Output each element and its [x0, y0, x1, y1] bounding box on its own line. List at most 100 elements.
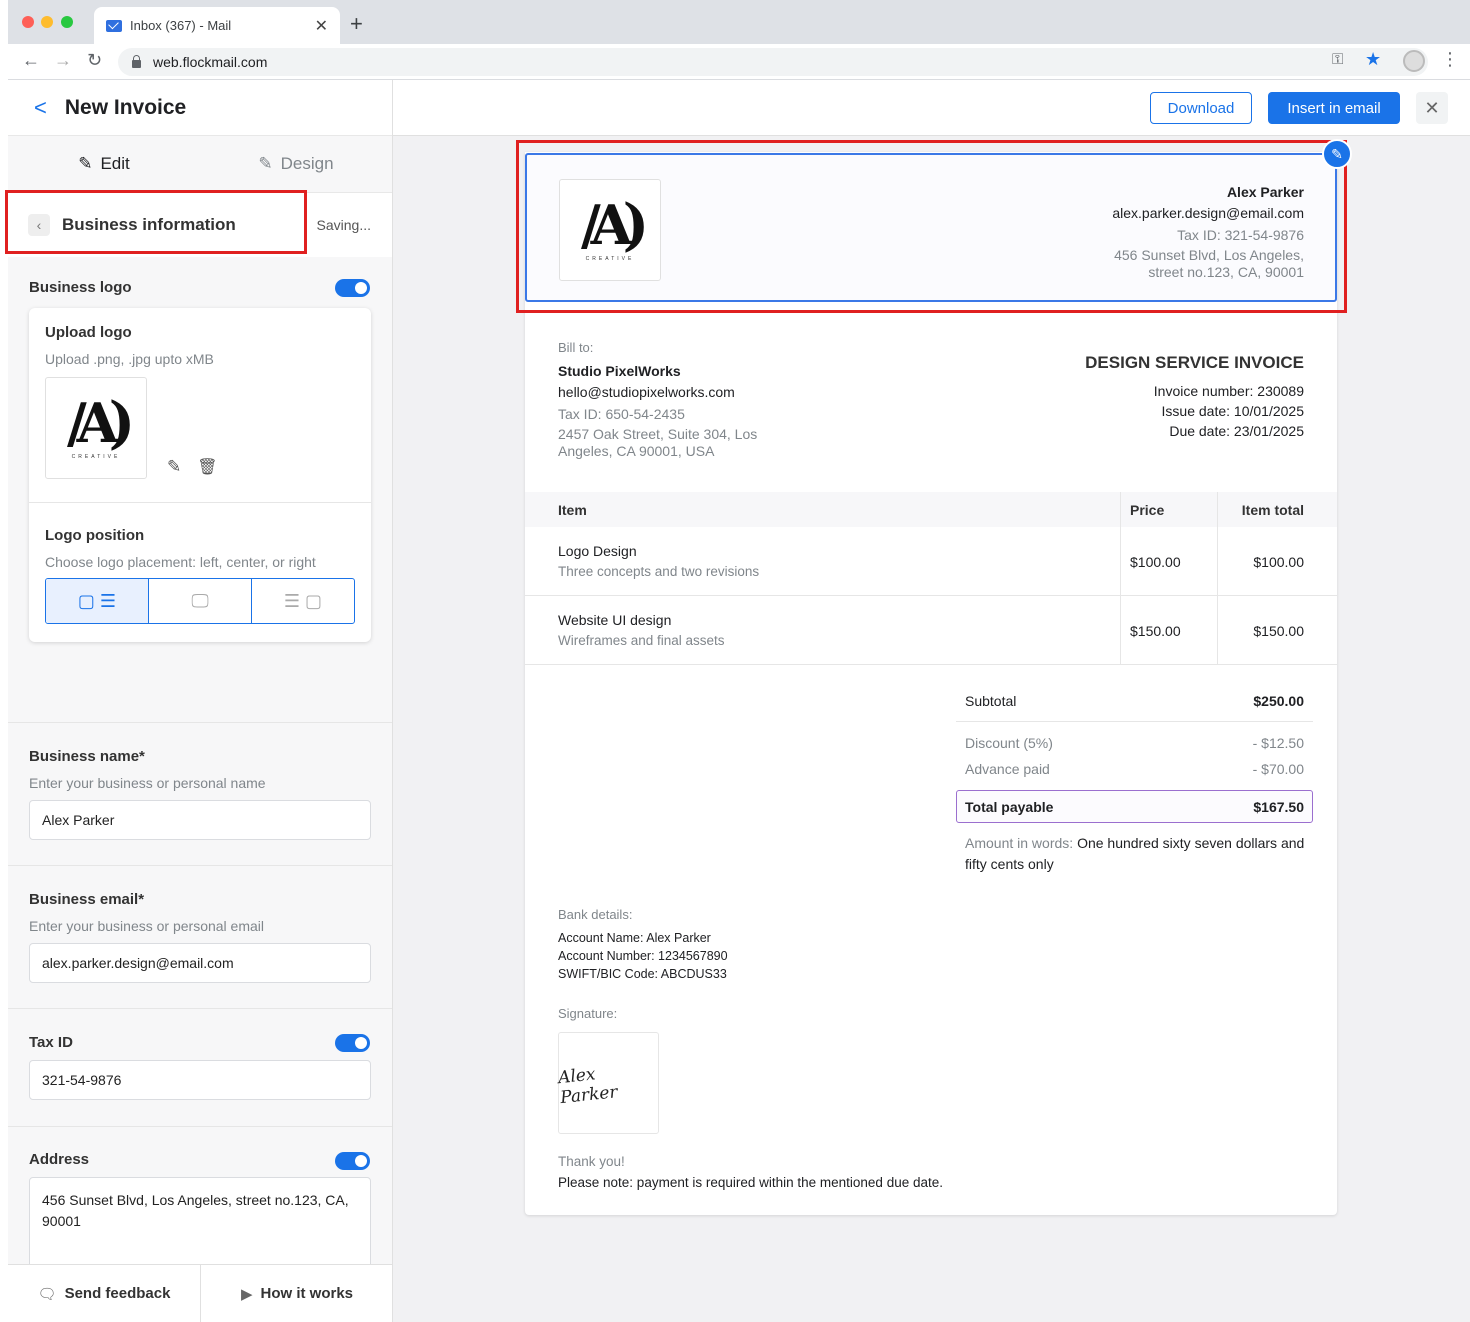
preview-header: Download Insert in email ✕ [393, 80, 1470, 136]
back-chevron-icon[interactable]: < [34, 95, 47, 121]
item-price: $150.00 [1130, 623, 1181, 639]
upload-logo-hint: Upload .png, .jpg upto xMB [45, 351, 214, 367]
items-table-header: Item Price Item total [525, 492, 1337, 527]
insert-in-email-button[interactable]: Insert in email [1268, 92, 1400, 124]
address-label: Address [29, 1151, 90, 1168]
subtotal-row: Subtotal $250.00 [956, 688, 1313, 722]
send-feedback-label: Send feedback [64, 1285, 171, 1302]
key-icon[interactable]: ⚿ [1332, 51, 1343, 68]
mail-icon [106, 19, 122, 32]
menu-dots-icon[interactable]: ⋮ [1441, 49, 1459, 70]
bank-details: Bank details: Account Name: Alex Parker … [558, 906, 728, 983]
url-bar[interactable]: web.flockmail.com [118, 48, 1428, 76]
delete-logo-icon[interactable]: 🗑 [197, 457, 217, 477]
profile-avatar[interactable] [1403, 50, 1425, 72]
bank-account-number: Account Number: 1234567890 [558, 949, 728, 963]
forward-arrow-icon[interactable]: → [54, 50, 72, 71]
how-it-works-label: How it works [260, 1285, 354, 1302]
feedback-icon: 🗨 [37, 1285, 57, 1303]
highlight-box [516, 140, 1347, 313]
business-email-input[interactable]: alex.parker.design@email.com [29, 943, 371, 983]
advance-value: - $70.00 [1252, 761, 1304, 777]
words-label: Amount in words: [965, 835, 1074, 851]
send-feedback-button[interactable]: 🗨 Send feedback [8, 1265, 201, 1322]
logo-wordmark: CREATIVE [71, 454, 121, 460]
table-row: Logo Design Three concepts and two revis… [525, 527, 1337, 596]
bill-to-block: Bill to: Studio PixelWorks hello@studiop… [558, 337, 757, 460]
total-payable-value: $167.50 [1253, 799, 1304, 815]
business-logo-toggle[interactable] [335, 279, 370, 297]
edit-logo-icon[interactable]: ✎ [167, 457, 181, 477]
invoice-number: Invoice number: 230089 [1153, 383, 1304, 399]
tax-id-group: Tax ID 321-54-9876 [8, 1009, 392, 1127]
panel-title: New Invoice [64, 95, 187, 119]
business-name-group: Business name* Enter your business or pe… [8, 723, 392, 866]
issue-date: Issue date: 10/01/2025 [1161, 403, 1304, 419]
tab-design[interactable]: ✎ Design [200, 136, 392, 192]
browser-tabstrip: Inbox (367) - Mail ✕ + [8, 0, 1470, 44]
bank-label: Bank details: [558, 907, 633, 922]
logo-left-option[interactable]: ▢ ☰ [46, 579, 149, 623]
back-arrow-icon[interactable]: ← [22, 50, 40, 71]
new-tab-icon[interactable]: + [350, 11, 363, 37]
client-tax: Tax ID: 650-54-2435 [558, 406, 685, 422]
logo-thumbnail[interactable]: /A) CREATIVE [45, 377, 147, 479]
tax-id-label: Tax ID [29, 1034, 73, 1051]
business-logo-label: Business logo [29, 279, 132, 296]
bank-account-name: Account Name: Alex Parker [558, 931, 711, 945]
item-name: Website UI design [558, 612, 672, 628]
amount-in-words: Amount in words: One hundred sixty seven… [965, 833, 1310, 875]
logo-right-option[interactable]: ☰ ▢ [252, 579, 354, 623]
maximize-window-button[interactable] [61, 16, 73, 28]
url-text: web.flockmail.com [153, 54, 268, 70]
logo-center-option[interactable]: 🖵 [149, 579, 252, 623]
words-line-1: One hundred sixty seven dollars and [1077, 835, 1305, 851]
client-email: hello@studiopixelworks.com [558, 384, 735, 400]
tax-id-input[interactable]: 321-54-9876 [29, 1060, 371, 1100]
editor-tabs: ✎ Edit ✎ Design [8, 136, 392, 193]
logo-position-title: Logo position [45, 527, 145, 544]
logo-position-selector: ▢ ☰ 🖵 ☰ ▢ [45, 578, 355, 624]
business-email-hint: Enter your business or personal email [29, 918, 265, 934]
close-icon[interactable]: ✕ [1416, 92, 1448, 124]
logo-image: /A) [66, 390, 135, 456]
logo-position-hint: Choose logo placement: left, center, or … [45, 554, 316, 570]
item-desc: Wireframes and final assets [558, 633, 725, 648]
close-window-button[interactable] [22, 16, 34, 28]
col-item-total: Item total [1241, 502, 1304, 518]
pencil-icon: ✎ [258, 154, 273, 173]
browser-tab[interactable]: Inbox (367) - Mail ✕ [94, 7, 340, 44]
business-name-input[interactable]: Alex Parker [29, 800, 371, 840]
invoice-title: DESIGN SERVICE INVOICE [1085, 353, 1304, 372]
address-toggle[interactable] [335, 1152, 370, 1170]
close-tab-icon[interactable]: ✕ [315, 16, 328, 36]
signature-text: Alex Parker [557, 1064, 619, 1109]
subtotal-label: Subtotal [965, 693, 1017, 709]
panel-footer: 🗨 Send feedback ▶ How it works [8, 1264, 392, 1322]
tax-id-toggle[interactable] [335, 1034, 370, 1052]
minimize-window-button[interactable] [41, 16, 53, 28]
payment-note: Please note: payment is required within … [558, 1175, 943, 1190]
highlight-box [5, 190, 307, 254]
lock-icon [132, 55, 141, 68]
col-price: Price [1130, 502, 1165, 518]
business-name-hint: Enter your business or personal name [29, 775, 266, 791]
download-button[interactable]: Download [1150, 92, 1252, 124]
reload-icon[interactable]: ↻ [87, 50, 102, 71]
total-payable-row: Total payable $167.50 [956, 790, 1313, 823]
item-total: $150.00 [1253, 623, 1304, 639]
item-desc: Three concepts and two revisions [558, 564, 760, 579]
panel-header: < New Invoice [8, 80, 392, 136]
business-name-label: Business name* [29, 748, 145, 765]
discount-value: - $12.50 [1252, 735, 1304, 751]
thank-you: Thank you! [558, 1154, 625, 1169]
tab-edit[interactable]: ✎ Edit [8, 136, 200, 192]
edit-section-icon[interactable]: ✎ [1322, 139, 1352, 169]
item-price: $100.00 [1130, 554, 1181, 570]
star-icon[interactable]: ★ [1365, 49, 1381, 70]
item-name: Logo Design [558, 543, 637, 559]
how-it-works-button[interactable]: ▶ How it works [201, 1265, 392, 1322]
discount-label: Discount (5%) [965, 735, 1053, 751]
upload-logo-title: Upload logo [45, 324, 132, 341]
invoice-meta: DESIGN SERVICE INVOICE Invoice number: 2… [1085, 353, 1304, 441]
